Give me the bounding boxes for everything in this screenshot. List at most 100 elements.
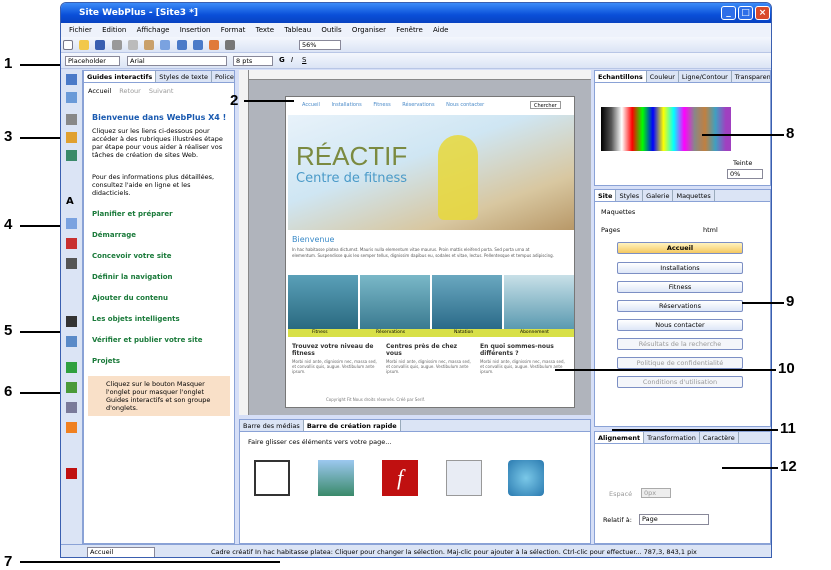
flash-tool-icon[interactable] <box>66 468 77 479</box>
pen-tool-icon[interactable] <box>66 258 77 269</box>
menu-insertion[interactable]: Insertion <box>180 26 211 34</box>
tab-fonts[interactable]: Polices <box>212 71 234 82</box>
menu-texte[interactable]: Texte <box>256 26 274 34</box>
new-icon[interactable] <box>63 40 73 50</box>
pointer-tool-icon[interactable] <box>66 74 77 85</box>
link-concevoir[interactable]: Concevoir votre site <box>92 252 172 260</box>
cut-icon[interactable] <box>111 40 122 50</box>
navbar-tool-icon[interactable] <box>66 402 77 413</box>
open-icon[interactable] <box>79 40 90 50</box>
swatch-grid[interactable] <box>601 107 731 151</box>
menu-edition[interactable]: Edition <box>102 26 126 34</box>
menu-aide[interactable]: Aide <box>433 26 448 34</box>
site-search-button[interactable]: Chercher <box>530 101 561 109</box>
link-verifier[interactable]: Vérifier et publier votre site <box>92 336 202 344</box>
forward-link[interactable]: Suivant <box>149 87 174 95</box>
link-contenu[interactable]: Ajouter du contenu <box>92 294 168 302</box>
tab-site[interactable]: Site <box>595 190 617 201</box>
size-select[interactable]: 8 pts <box>233 56 273 66</box>
home-link[interactable]: Accueil <box>88 87 111 95</box>
preview-icon[interactable] <box>160 40 171 50</box>
tab-guides[interactable]: Guides interactifs <box>84 71 157 82</box>
print-icon[interactable] <box>225 40 236 50</box>
arrange-icon[interactable] <box>209 40 220 50</box>
menu-format[interactable]: Format <box>221 26 246 34</box>
crop-tool-icon[interactable] <box>66 114 77 125</box>
menu-affichage[interactable]: Affichage <box>137 26 170 34</box>
link-navigation[interactable]: Définir la navigation <box>92 273 173 281</box>
tab-transform[interactable]: Transformation <box>644 432 700 443</box>
page-privacy[interactable]: Politique de confidentialité <box>617 357 743 369</box>
underline-button[interactable]: S <box>302 56 306 64</box>
menu-tableau[interactable]: Tableau <box>284 26 311 34</box>
page-terms[interactable]: Conditions d'utilisation <box>617 376 743 388</box>
tab-media-bar[interactable]: Barre des médias <box>240 420 304 431</box>
italic-button[interactable]: I <box>291 56 293 64</box>
tab-styles[interactable]: Styles <box>616 190 644 201</box>
relative-select[interactable]: Page <box>639 514 709 525</box>
menu-fichier[interactable]: Fichier <box>69 26 92 34</box>
line-tool-icon[interactable] <box>66 238 77 249</box>
spacing-label[interactable]: Espacé <box>609 490 632 498</box>
tab-masters[interactable]: Maquettes <box>673 190 715 201</box>
back-link[interactable]: Retour <box>119 87 141 95</box>
link-objets[interactable]: Les objets intelligents <box>92 315 180 323</box>
page-select[interactable]: Accueil <box>87 547 155 557</box>
site-nav-accueil[interactable]: Accueil <box>302 102 320 108</box>
teinte-field[interactable]: 0% <box>727 169 763 179</box>
menu-organiser[interactable]: Organiser <box>352 26 386 34</box>
tab-character[interactable]: Caractère <box>700 432 739 443</box>
text-tool-icon[interactable]: A <box>66 196 77 207</box>
masters-label[interactable]: Maquettes <box>601 208 635 216</box>
flash-icon[interactable]: f <box>382 460 418 496</box>
tab-transparency[interactable]: Transparence <box>732 71 770 82</box>
smart-object-icon[interactable] <box>66 362 77 373</box>
page-installations[interactable]: Installations <box>617 262 743 274</box>
menu-outils[interactable]: Outils <box>321 26 341 34</box>
paste-icon[interactable] <box>144 40 155 50</box>
spacing-field[interactable]: 0px <box>641 488 671 498</box>
zoom-field[interactable]: 56% <box>299 40 341 50</box>
link-demarrage[interactable]: Démarrage <box>92 231 136 239</box>
picture-icon[interactable] <box>318 460 354 496</box>
link-icon[interactable] <box>508 460 544 496</box>
table-tool-icon[interactable] <box>66 218 77 229</box>
site-nav-contact[interactable]: Nous contacter <box>446 102 484 108</box>
page-contact[interactable]: Nous contacter <box>617 319 743 331</box>
tab-gallery[interactable]: Galerie <box>643 190 674 201</box>
picture-tool-icon[interactable] <box>66 150 77 161</box>
minimize-button[interactable]: _ <box>721 6 736 20</box>
tab-swatches[interactable]: Echantillons <box>595 71 647 82</box>
redo-icon[interactable] <box>192 40 203 50</box>
menu-fenetre[interactable]: Fenêtre <box>396 26 422 34</box>
save-icon[interactable] <box>95 40 106 50</box>
style-select[interactable]: Placeholder <box>65 56 120 66</box>
tab-quick-build[interactable]: Barre de création rapide <box>303 420 401 431</box>
rss-tool-icon[interactable] <box>66 422 77 433</box>
tab-color[interactable]: Couleur <box>647 71 679 82</box>
copy-icon[interactable] <box>127 40 138 50</box>
bold-button[interactable]: G <box>279 56 285 64</box>
site-nav-fitness[interactable]: Fitness <box>373 102 390 108</box>
tab-text-styles[interactable]: Styles de texte <box>156 71 213 82</box>
link-planifier[interactable]: Planifier et préparer <box>92 210 173 218</box>
html-button[interactable]: html <box>703 226 718 234</box>
close-button[interactable]: × <box>755 6 770 20</box>
font-select[interactable]: Arial <box>127 56 227 66</box>
text-frame-icon[interactable] <box>254 460 290 496</box>
site-nav-installations[interactable]: Installations <box>331 102 361 108</box>
link-projets[interactable]: Projets <box>92 357 120 365</box>
tab-line[interactable]: Ligne/Contour <box>679 71 732 82</box>
undo-icon[interactable] <box>176 40 187 50</box>
page-reservations[interactable]: Réservations <box>617 300 743 312</box>
fill-tool-icon[interactable] <box>66 132 77 143</box>
media-tool-icon[interactable] <box>66 316 77 327</box>
rotate-tool-icon[interactable] <box>66 92 77 103</box>
page-accueil[interactable]: Accueil <box>617 242 743 254</box>
page-search-results[interactable]: Résultats de la recherche <box>617 338 743 350</box>
maximize-button[interactable]: □ <box>738 6 753 20</box>
site-nav-reservations[interactable]: Réservations <box>402 102 434 108</box>
page-fitness[interactable]: Fitness <box>617 281 743 293</box>
html-tool-icon[interactable] <box>66 382 77 393</box>
form-tool-icon[interactable] <box>66 336 77 347</box>
